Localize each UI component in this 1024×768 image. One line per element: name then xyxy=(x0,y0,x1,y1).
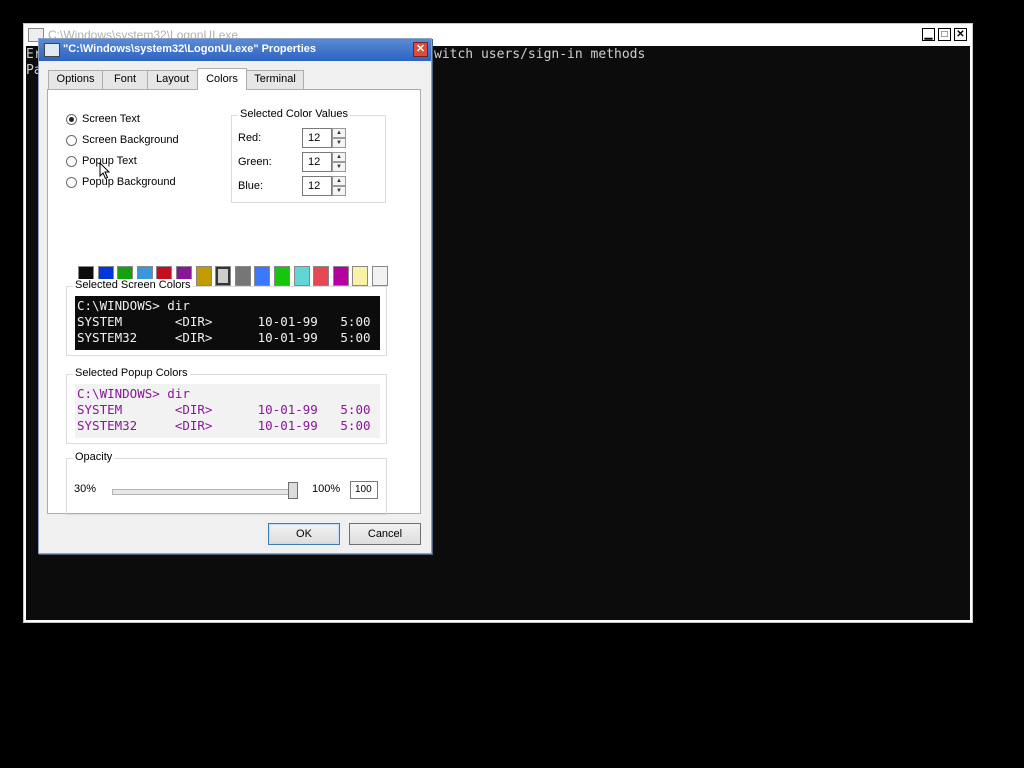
color-swatch[interactable] xyxy=(293,266,310,286)
opacity-input[interactable]: 100 xyxy=(350,481,378,499)
colors-tab-panel: Screen Text Screen Background Popup Text… xyxy=(47,89,421,515)
preview-line: C:\WINDOWS> dir xyxy=(77,298,190,313)
radio-button[interactable] xyxy=(66,135,77,146)
popup-colors-preview: C:\WINDOWS> dir SYSTEM <DIR> 10-01-99 5:… xyxy=(75,384,380,438)
screen-colors-preview: C:\WINDOWS> dir SYSTEM <DIR> 10-01-99 5:… xyxy=(75,296,380,350)
mouse-cursor-icon xyxy=(99,162,111,180)
selected-popup-colors-group: Selected Popup Colors C:\WINDOWS> dir SY… xyxy=(66,367,387,444)
cancel-button[interactable]: Cancel xyxy=(349,523,421,545)
tab-font[interactable]: Font xyxy=(102,70,148,89)
color-swatch[interactable] xyxy=(313,266,330,286)
green-label: Green: xyxy=(238,156,272,168)
blue-down-button[interactable]: ▼ xyxy=(332,186,346,196)
opacity-slider-thumb[interactable] xyxy=(288,482,298,499)
green-up-button[interactable]: ▲ xyxy=(332,152,346,162)
tab-layout[interactable]: Layout xyxy=(147,70,198,89)
color-swatch[interactable] xyxy=(234,266,251,286)
red-up-button[interactable]: ▲ xyxy=(332,128,346,138)
green-spinner[interactable]: ▲ ▼ xyxy=(332,152,346,172)
green-down-button[interactable]: ▼ xyxy=(332,162,346,172)
maximize-button[interactable]: □ xyxy=(938,28,951,41)
preview-line: SYSTEM <DIR> 10-01-99 5:00 xyxy=(77,314,371,329)
blue-spinner[interactable]: ▲ ▼ xyxy=(332,176,346,196)
radio-button[interactable] xyxy=(66,177,77,188)
red-spinner[interactable]: ▲ ▼ xyxy=(332,128,346,148)
color-swatch[interactable] xyxy=(215,266,232,286)
group-label: Selected Color Values xyxy=(238,108,351,120)
console-visible-text: witch users/sign-in methods xyxy=(434,47,646,62)
radio-button[interactable] xyxy=(66,114,77,125)
ok-button[interactable]: OK xyxy=(268,523,340,545)
color-swatch[interactable] xyxy=(274,266,290,286)
preview-line: SYSTEM32 <DIR> 10-01-99 5:00 xyxy=(77,330,371,345)
tab-terminal[interactable]: Terminal xyxy=(246,70,304,89)
radio-label: Screen Background xyxy=(82,134,179,146)
preview-line: SYSTEM32 <DIR> 10-01-99 5:00 xyxy=(77,418,371,433)
opacity-slider-track[interactable] xyxy=(112,489,294,495)
color-swatch[interactable] xyxy=(372,266,388,286)
green-input[interactable]: 12 xyxy=(302,152,332,172)
group-label: Opacity xyxy=(73,451,115,463)
dialog-title: "C:\Windows\system32\LogonUI.exe" Proper… xyxy=(63,43,316,55)
selected-color-values-group: Selected Color Values Red: 12 ▲ ▼ Green:… xyxy=(231,108,386,203)
red-label: Red: xyxy=(238,132,262,144)
close-button[interactable]: ✕ xyxy=(954,28,967,41)
preview-line: C:\WINDOWS> dir xyxy=(77,386,190,401)
blue-input[interactable]: 12 xyxy=(302,176,332,196)
radio-label: Screen Text xyxy=(82,113,140,125)
color-swatch[interactable] xyxy=(195,266,212,286)
color-swatch[interactable] xyxy=(332,266,349,286)
opacity-group: Opacity 30% 100% 100 xyxy=(66,451,387,515)
minimize-button[interactable]: ▁ xyxy=(922,28,935,41)
tab-colors[interactable]: Colors xyxy=(197,68,247,90)
dialog-app-icon xyxy=(44,43,60,57)
blue-label: Blue: xyxy=(238,180,264,192)
group-label: Selected Screen Colors xyxy=(73,279,193,291)
group-label: Selected Popup Colors xyxy=(73,367,190,379)
blue-up-button[interactable]: ▲ xyxy=(332,176,346,186)
properties-dialog: "C:\Windows\system32\LogonUI.exe" Proper… xyxy=(38,38,432,554)
dialog-titlebar[interactable]: "C:\Windows\system32\LogonUI.exe" Proper… xyxy=(39,39,431,61)
selected-screen-colors-group: Selected Screen Colors C:\WINDOWS> dir S… xyxy=(66,279,387,356)
tab-options[interactable]: Options xyxy=(48,70,103,89)
color-swatch[interactable] xyxy=(254,266,271,286)
red-input[interactable]: 12 xyxy=(302,128,332,148)
radio-label: Popup Background xyxy=(82,176,176,188)
opacity-max-label: 100% xyxy=(312,483,341,495)
dialog-close-button[interactable]: ✕ xyxy=(413,42,428,57)
red-down-button[interactable]: ▼ xyxy=(332,138,346,148)
radio-button[interactable] xyxy=(66,156,77,167)
opacity-min-label: 30% xyxy=(74,483,97,495)
preview-line: SYSTEM <DIR> 10-01-99 5:00 xyxy=(77,402,371,417)
color-swatch[interactable] xyxy=(352,266,369,286)
